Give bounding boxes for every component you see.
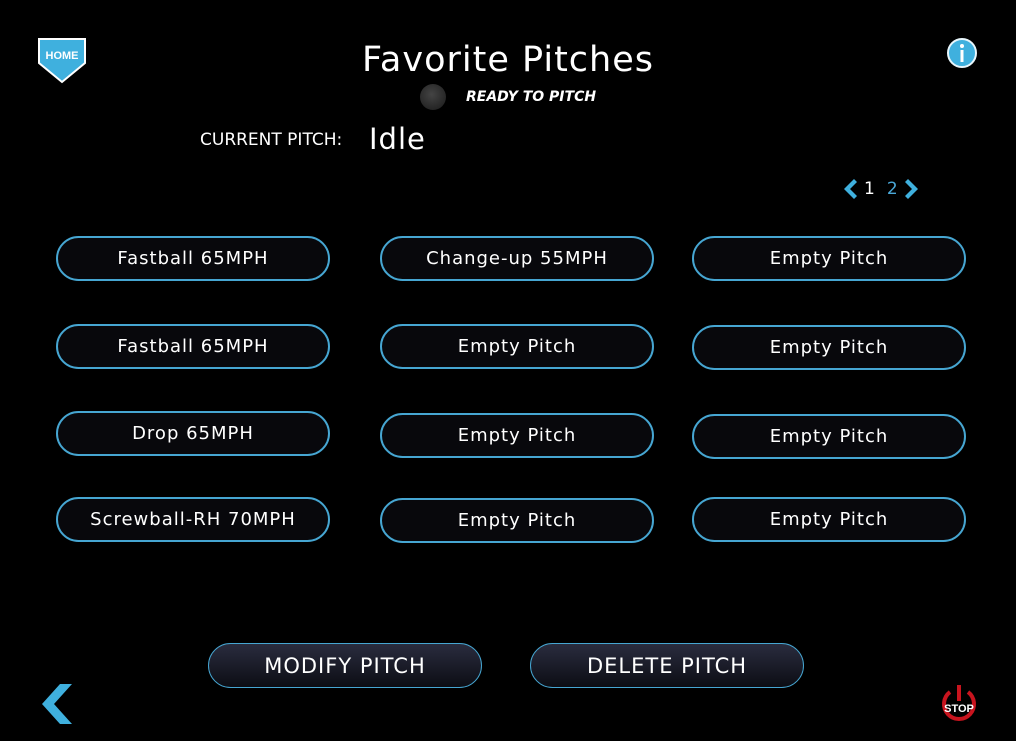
delete-pitch-button[interactable]: DELETE PITCH	[530, 643, 804, 688]
pitch-status: READY TO PITCH	[420, 84, 596, 110]
modify-pitch-button[interactable]: MODIFY PITCH	[208, 643, 482, 688]
pitch-slot-12[interactable]: Empty Pitch	[692, 497, 966, 542]
pitch-slot-4[interactable]: Fastball 65MPH	[56, 324, 330, 369]
pitch-slot-3[interactable]: Empty Pitch	[692, 236, 966, 281]
page-1-button[interactable]: 1	[864, 179, 875, 199]
stop-button[interactable]: STOP	[936, 683, 982, 725]
pitch-slot-7[interactable]: Drop 65MPH	[56, 411, 330, 456]
current-pitch-label: CURRENT PITCH:	[200, 130, 343, 150]
page-title: Favorite Pitches	[362, 40, 654, 80]
pager: 1 2	[840, 178, 922, 200]
info-icon	[960, 44, 964, 62]
status-text: READY TO PITCH	[466, 89, 597, 105]
pitch-slot-11[interactable]: Empty Pitch	[380, 498, 654, 543]
pitch-slot-5[interactable]: Empty Pitch	[380, 324, 654, 369]
status-led-icon	[420, 84, 446, 110]
pitch-slot-8[interactable]: Empty Pitch	[380, 413, 654, 458]
prev-page-button[interactable]	[840, 178, 858, 200]
chevron-right-icon	[904, 179, 918, 199]
power-stop-icon: STOP	[942, 685, 976, 721]
pitch-slot-6[interactable]: Empty Pitch	[692, 325, 966, 370]
pitch-slot-10[interactable]: Screwball-RH 70MPH	[56, 497, 330, 542]
current-pitch-value: Idle	[369, 122, 426, 156]
chevron-left-icon	[844, 179, 857, 199]
next-page-button[interactable]	[904, 178, 922, 200]
page-2-button[interactable]: 2	[887, 179, 898, 199]
info-button[interactable]	[947, 38, 977, 68]
pitch-slot-9[interactable]: Empty Pitch	[692, 414, 966, 459]
chevron-left-icon	[42, 684, 72, 724]
back-button[interactable]	[38, 683, 78, 725]
pitch-slot-1[interactable]: Fastball 65MPH	[56, 236, 330, 281]
stop-label: STOP	[944, 703, 974, 715]
pitch-slot-2[interactable]: Change-up 55MPH	[380, 236, 654, 281]
